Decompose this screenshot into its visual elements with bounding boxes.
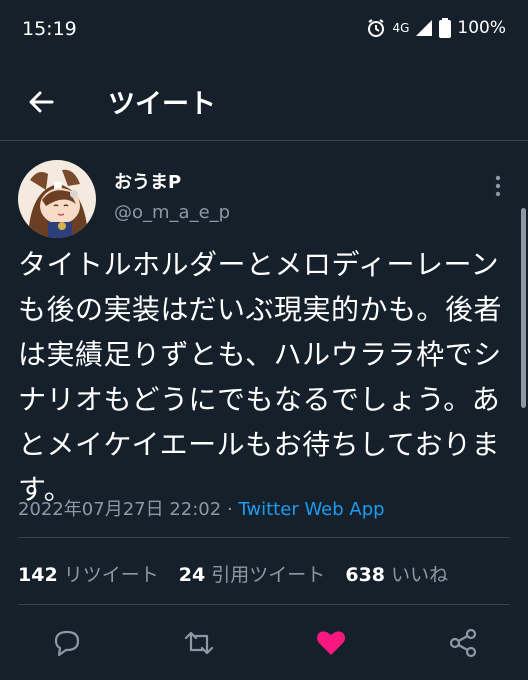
status-bar: 15:19 4G 100% bbox=[0, 0, 528, 62]
network-label: 4G bbox=[392, 21, 410, 35]
header: ツイート bbox=[0, 62, 528, 141]
scrollbar[interactable] bbox=[521, 208, 526, 408]
retweets-stat[interactable]: 142 リツイート bbox=[18, 564, 159, 586]
retweets-label: リツイート bbox=[63, 564, 159, 586]
tweet-text: タイトルホルダーとメロディーレーンも後の実装はだいぶ現実的かも。後者は実績足りず… bbox=[18, 248, 502, 506]
quotes-count: 24 bbox=[178, 564, 206, 586]
tweet-stats: 142 リツイート 24 引用ツイート 638 いいね bbox=[18, 560, 462, 587]
like-icon[interactable] bbox=[314, 626, 348, 660]
likes-count: 638 bbox=[345, 564, 386, 586]
back-arrow-icon[interactable] bbox=[22, 82, 62, 122]
retweet-icon[interactable] bbox=[182, 626, 216, 660]
avatar[interactable] bbox=[18, 160, 96, 238]
meta-separator: · bbox=[221, 499, 239, 520]
divider bbox=[18, 604, 510, 605]
page-title: ツイート bbox=[108, 89, 216, 120]
likes-label: いいね bbox=[391, 564, 449, 586]
status-time: 15:19 bbox=[22, 18, 77, 40]
quotes-label: 引用ツイート bbox=[211, 564, 326, 586]
status-icons: 4G 100% bbox=[366, 18, 506, 38]
share-icon[interactable] bbox=[446, 626, 480, 660]
battery-level: 100% bbox=[457, 18, 506, 38]
quotes-stat[interactable]: 24 引用ツイート bbox=[179, 564, 326, 586]
battery-icon bbox=[439, 18, 452, 38]
retweets-count: 142 bbox=[18, 564, 58, 586]
tweet-source[interactable]: Twitter Web App bbox=[238, 499, 384, 520]
display-name[interactable]: おうまP bbox=[114, 168, 181, 194]
tweet-meta: 2022年07月27日 22:02 · Twitter Web App bbox=[18, 495, 385, 521]
action-bar bbox=[0, 618, 528, 668]
divider bbox=[18, 537, 510, 538]
alarm-icon bbox=[368, 19, 385, 37]
reply-icon[interactable] bbox=[50, 626, 84, 660]
likes-stat[interactable]: 638 いいね bbox=[345, 564, 448, 586]
user-handle[interactable]: @o_m_a_e_p bbox=[114, 202, 230, 223]
signal-icon bbox=[416, 20, 433, 36]
tweet-timestamp[interactable]: 2022年07月27日 22:02 bbox=[18, 499, 221, 520]
more-options-icon[interactable] bbox=[492, 172, 504, 202]
